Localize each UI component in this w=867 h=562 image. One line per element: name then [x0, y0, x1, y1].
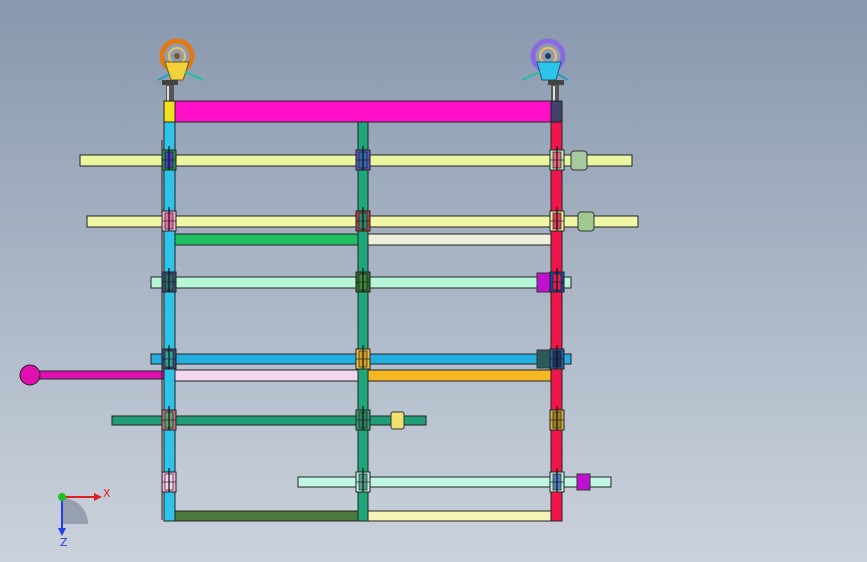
bearing-block[interactable]: [161, 345, 177, 370]
bearing-block[interactable]: [161, 268, 177, 293]
cross-bar-orange[interactable]: [365, 369, 555, 382]
bearing-block[interactable]: [549, 268, 565, 293]
bearing-block[interactable]: [355, 406, 371, 431]
top-beam[interactable]: [163, 100, 563, 123]
bearing-block[interactable]: [549, 406, 565, 431]
assembly-drawing[interactable]: X Z: [0, 0, 867, 562]
bearing-block[interactable]: [161, 468, 177, 493]
top-beam-left-cap: [163, 100, 176, 123]
spacer-collar[interactable]: [576, 473, 591, 491]
left-caster-wheel[interactable]: [157, 38, 204, 102]
cross-bar-cream[interactable]: [365, 233, 555, 246]
right-caster-wheel[interactable]: [521, 38, 569, 102]
spacer-collar[interactable]: [390, 411, 405, 430]
bearing-block[interactable]: [161, 207, 177, 232]
handle-knob[interactable]: [19, 364, 41, 386]
bearing-block[interactable]: [355, 207, 371, 232]
bearing-block[interactable]: [549, 146, 565, 171]
shaft-5[interactable]: [111, 411, 427, 430]
cad-viewport[interactable]: X Z: [0, 0, 867, 562]
right-upright[interactable]: [550, 121, 563, 522]
left-upright[interactable]: [163, 121, 176, 522]
bearing-block[interactable]: [355, 345, 371, 370]
cross-bar-green[interactable]: [169, 233, 361, 246]
spacer-collar[interactable]: [577, 211, 595, 232]
top-beam-right-cap: [550, 100, 563, 123]
coordinate-triad: X Z: [58, 487, 111, 549]
x-axis-label: X: [103, 487, 111, 500]
bearing-block[interactable]: [355, 268, 371, 293]
bearing-block[interactable]: [161, 146, 177, 171]
bearing-block[interactable]: [549, 207, 565, 232]
bearing-block[interactable]: [161, 406, 177, 431]
cross-bar-pink[interactable]: [169, 369, 361, 382]
middle-upright[interactable]: [357, 121, 369, 522]
handle-bar[interactable]: [30, 370, 168, 380]
bearing-block[interactable]: [549, 345, 565, 370]
z-axis-label: Z: [60, 536, 68, 549]
bearing-block[interactable]: [549, 468, 565, 493]
bearing-block[interactable]: [355, 468, 371, 493]
y-axis-dot: [58, 493, 66, 501]
bottom-bar-olive[interactable]: [169, 510, 361, 522]
spacer-collar[interactable]: [570, 150, 588, 171]
bottom-bar-cream[interactable]: [365, 510, 555, 522]
bearing-block[interactable]: [355, 146, 371, 171]
